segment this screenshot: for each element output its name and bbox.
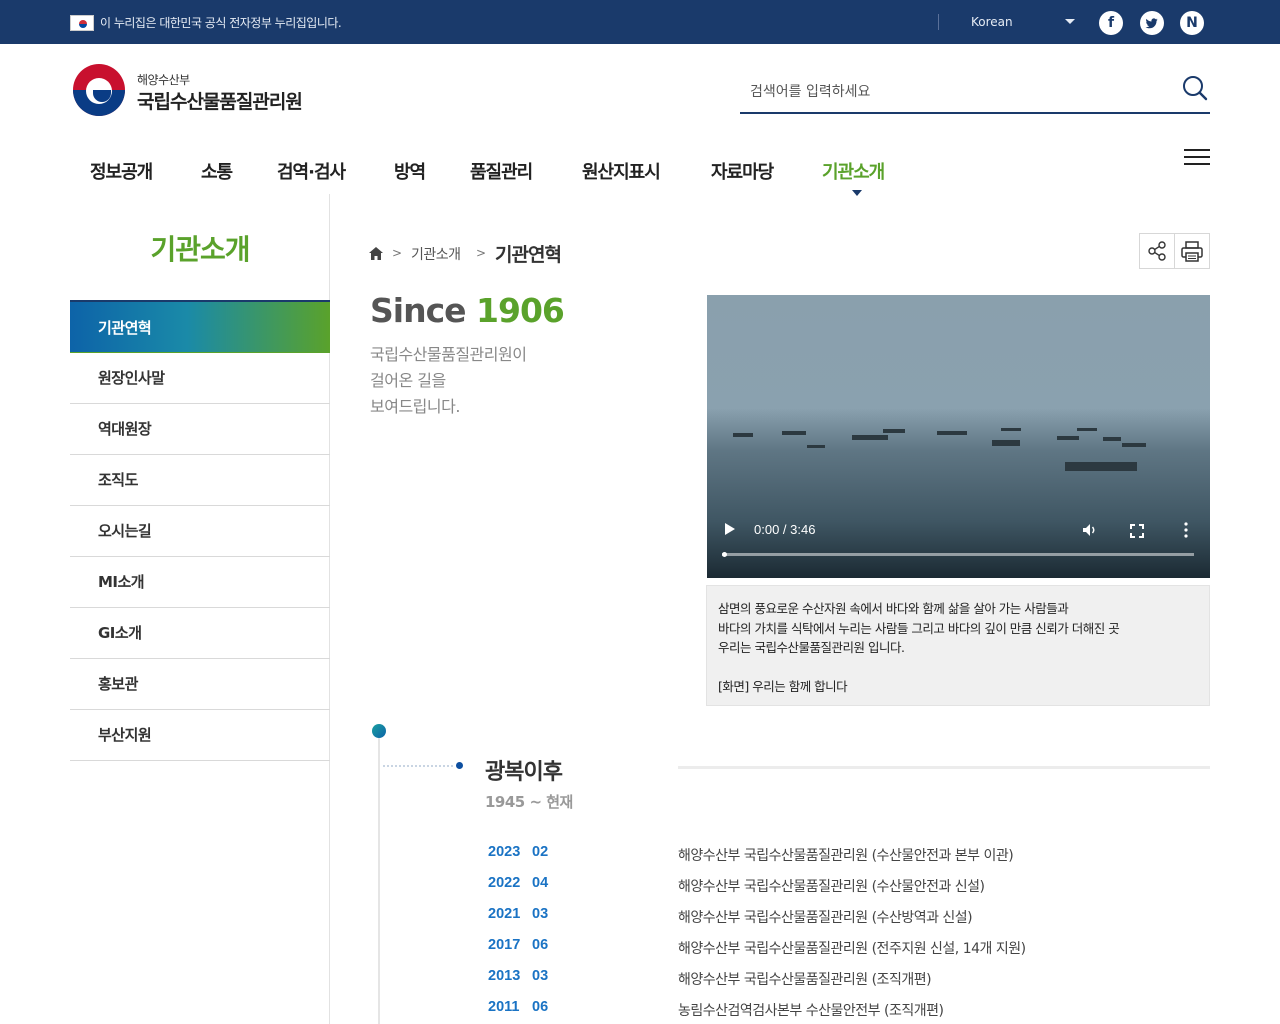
event-month: 03 [532,968,549,984]
lnb-title: 기관소개 [150,233,250,266]
caption-line: 삼면의 풍요로운 수산자원 속에서 바다와 함께 삶을 살아 가는 사람들과 [718,601,1069,616]
gov-notice-text: 이 누리집은 대한민국 공식 전자정부 누리집입니다. [100,16,342,30]
era-title: 광복이후 [485,760,563,785]
since-label: Since [370,291,467,330]
video-progress-thumb[interactable] [722,552,727,557]
event-description: 해양수산부 국립수산물품질관리원 (수산물안전과 본부 이관) [678,848,1014,864]
caption-line: [화면] 우리는 함께 합니다 [718,679,848,694]
event-month: 03 [532,906,549,922]
breadcrumb-separator: > [392,246,403,260]
breadcrumb-separator: > [476,246,487,260]
share-icon [1148,241,1166,261]
era-range: 1945 ~ 현재 [485,793,573,811]
print-icon [1181,241,1203,262]
video-progress-bar[interactable] [722,553,1194,556]
event-description: 농림수산검역검사본부 수산물안전부 (조직개편) [678,1003,944,1019]
gov-banner: 이 누리집은 대한민국 공식 전자정부 누리집입니다. Korean f N [0,0,1280,44]
side-nav: 기관연혁 원장인사말 역대원장 조직도 오시는길 MI소개 GI소개 홍보관 부… [70,300,330,761]
sidebar-item-directions[interactable]: 오시는길 [70,506,330,557]
ministry-name: 해양수산부 [137,73,190,87]
search-input[interactable] [750,78,1170,106]
language-select[interactable]: Korean [971,15,1013,29]
gnb-item-quality[interactable]: 품질관리 [470,158,533,184]
sidebar-item-mi[interactable]: MI소개 [70,557,330,608]
naver-blog-icon[interactable]: N [1180,11,1204,35]
event-month: 02 [532,844,549,860]
event-year: 2013 [488,968,521,984]
caption-line: 바다의 가치를 식탁에서 누리는 사람들 그리고 바다의 깊이 만큼 신뢰가 더… [718,620,1120,636]
menu-icon[interactable] [1184,147,1210,167]
event-description: 해양수산부 국립수산물품질관리원 (수산방역과 신설) [678,910,973,926]
event-description: 해양수산부 국립수산물품질관리원 (수산물안전과 신설) [678,879,985,895]
event-month: 06 [532,937,549,953]
gnb-item-origin[interactable]: 원산지표시 [582,158,661,184]
timeline-start-dot [372,724,386,738]
intro-line: 걸어온 길을 [370,371,446,390]
facebook-icon[interactable]: f [1099,11,1123,35]
event-year: 2022 [488,875,521,891]
sidebar-item-gi[interactable]: GI소개 [70,608,330,659]
chevron-down-icon[interactable] [1065,19,1075,24]
volume-icon[interactable] [1082,522,1098,538]
play-icon[interactable] [725,523,735,535]
twitter-icon[interactable] [1140,11,1164,35]
active-menu-marker-icon [852,190,862,196]
event-description: 해양수산부 국립수산물품질관리원 (전주지원 신설, 14개 지원) [678,941,1026,957]
timeline-connector [383,765,453,767]
fullscreen-icon[interactable] [1130,523,1144,538]
intro-line: 국립수산물품질관리원이 [370,345,527,364]
search-box [740,70,1210,114]
org-name[interactable]: 국립수산물품질관리원 [137,87,303,114]
gnb-item-about[interactable]: 기관소개 [822,158,885,184]
sidebar-item-pr-hall[interactable]: 홍보관 [70,659,330,710]
event-description: 해양수산부 국립수산물품질관리원 (조직개편) [678,972,932,988]
home-icon[interactable] [369,245,383,260]
sidebar-item-former-directors[interactable]: 역대원장 [70,404,330,455]
event-year: 2017 [488,937,521,953]
gnb-item-inspection[interactable]: 검역·검사 [277,158,346,184]
gnb-item-communication[interactable]: 소통 [201,158,233,184]
more-options-icon[interactable] [1183,522,1189,538]
video-time: 0:00 / 3:46 [754,522,816,537]
share-button[interactable] [1139,233,1175,269]
timeline-line [378,736,380,1024]
event-month: 04 [532,875,549,891]
timeline-bullet [456,762,463,769]
print-button[interactable] [1174,233,1210,269]
government-logo[interactable] [73,64,125,116]
caption-line: 우리는 국립수산물품질관리원 입니다. [718,640,905,655]
gnb-item-resources[interactable]: 자료마당 [711,158,774,184]
since-heading: Since 1906 [370,291,565,330]
video-caption-textarea[interactable]: 삼면의 풍요로운 수산자원 속에서 바다와 함께 삶을 살아 가는 사람들과 바… [706,585,1210,706]
korea-flag-icon [70,15,94,31]
sidebar-item-greeting[interactable]: 원장인사말 [70,353,330,404]
event-month: 06 [532,999,549,1015]
sidebar-item-history[interactable]: 기관연혁 [70,300,330,353]
event-year: 2023 [488,844,521,860]
breadcrumb-current: 기관연혁 [495,244,562,266]
sidebar-item-busan-branch[interactable]: 부산지원 [70,710,330,761]
divider [938,14,939,30]
event-year: 2021 [488,906,521,922]
search-icon[interactable] [1180,74,1210,104]
gnb-item-info-disclosure[interactable]: 정보공개 [90,158,153,184]
intro-line: 보여드립니다. [370,397,460,416]
gnb-item-quarantine[interactable]: 방역 [394,158,426,184]
since-year: 1906 [476,291,565,330]
divider [678,766,1210,769]
sidebar-item-org-chart[interactable]: 조직도 [70,455,330,506]
intro-text: 국립수산물품질관리원이 걸어온 길을 보여드립니다. [370,342,527,420]
breadcrumb-about[interactable]: 기관소개 [411,244,461,264]
event-year: 2011 [488,999,520,1015]
